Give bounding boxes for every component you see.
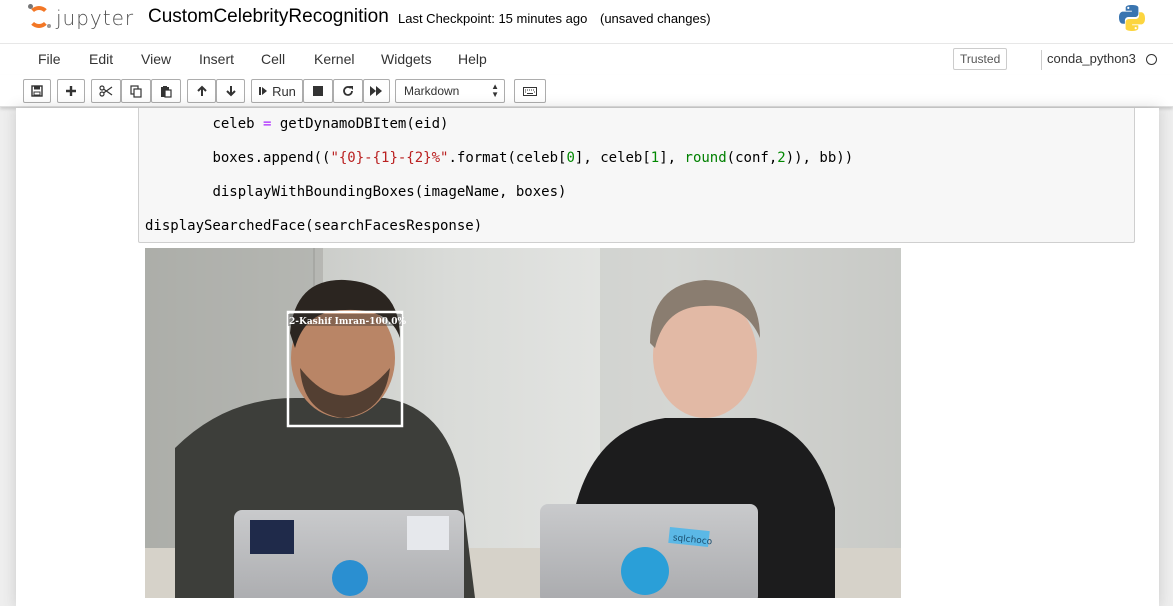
insert-cell-button[interactable] (57, 79, 85, 103)
code-line: boxes.append(("{0}-{1}-{2}%".format(cele… (145, 150, 853, 166)
code-token: 2 (777, 150, 786, 166)
code-token: celeb (212, 116, 264, 132)
cut-button[interactable] (91, 79, 121, 103)
code-token: displaySearchedFace(searchFacesResponse) (145, 218, 483, 234)
menu-widgets[interactable]: Widgets (381, 51, 432, 67)
face-bounding-box-label: 2-Kashif Imran-100.0% (289, 317, 406, 327)
notebook-name[interactable]: CustomCelebrityRecognition (148, 6, 389, 28)
code-line: celeb = getDynamoDBItem(eid) (145, 116, 448, 132)
code-token: ], (659, 150, 685, 166)
code-token: getDynamoDBItem(eid) (271, 116, 449, 132)
interrupt-button[interactable] (303, 79, 333, 103)
notebook-header: jupyter CustomCelebrityRecognition Last … (0, 0, 1173, 43)
code-token: displayWithBoundingBoxes(imageName, boxe… (212, 184, 567, 200)
cell-type-select[interactable]: Markdown ▲ ▼ (395, 79, 505, 103)
jupyter-logo-text: jupyter (56, 6, 135, 30)
code-token: (conf, (726, 150, 778, 166)
python-logo-icon (1119, 5, 1145, 31)
menubar: File Edit View Insert Cell Kernel Widget… (0, 43, 1173, 75)
menu-file[interactable]: File (38, 51, 61, 67)
move-up-button[interactable] (187, 79, 216, 103)
refresh-icon (343, 86, 353, 96)
menu-edit[interactable]: Edit (89, 51, 113, 67)
run-button[interactable]: Run (251, 79, 303, 103)
kernel-name[interactable]: conda_python3 (1047, 51, 1136, 66)
arrow-up-icon (196, 85, 207, 96)
kernel-idle-icon (1146, 54, 1157, 65)
restart-run-all-button[interactable] (363, 79, 390, 103)
code-token: boxes.append(( (212, 150, 331, 166)
code-line: displayWithBoundingBoxes(imageName, boxe… (145, 184, 566, 200)
code-token: 1 (650, 150, 660, 166)
code-line: displaySearchedFace(searchFacesResponse) (145, 218, 482, 234)
toolbar: Run Markdown ▲ ▼ (0, 75, 1173, 107)
checkpoint-status: Last Checkpoint: 15 minutes ago (398, 11, 588, 26)
restart-button[interactable] (333, 79, 363, 103)
paste-button[interactable] (151, 79, 181, 103)
output-image: sqlchoco 2-Kashif Imran-100.0% (145, 248, 901, 598)
select-arrows-icon: ▲ ▼ (491, 82, 499, 99)
arrow-down-icon (225, 86, 236, 97)
face-detection-image: sqlchoco 2-Kashif Imran-100.0% (145, 248, 901, 598)
trusted-indicator[interactable]: Trusted (953, 48, 1008, 70)
command-palette-button[interactable] (514, 79, 546, 103)
plus-icon (66, 86, 76, 96)
cell-type-value: Markdown (404, 84, 460, 98)
notebook-container: celeb = getDynamoDBItem(eid) boxes.appen… (16, 108, 1159, 606)
run-label: Run (272, 83, 296, 99)
save-button[interactable] (23, 79, 51, 103)
code-cell-input[interactable]: celeb = getDynamoDBItem(eid) boxes.appen… (138, 108, 1135, 243)
stop-icon (313, 86, 323, 96)
code-token: )), bb)) (785, 150, 854, 166)
step-forward-icon (259, 87, 268, 95)
code-token: 0 (566, 150, 575, 166)
fast-forward-icon (370, 86, 382, 96)
autosave-status: (unsaved changes) (600, 11, 711, 26)
save-icon (31, 85, 43, 97)
code-token: ], celeb[ (574, 150, 651, 166)
scissors-icon (99, 85, 113, 97)
code-token: round (684, 150, 727, 166)
copy-icon (130, 84, 142, 98)
menu-insert[interactable]: Insert (199, 51, 234, 67)
jupyter-logo[interactable]: jupyter (26, 4, 138, 32)
menu-cell[interactable]: Cell (261, 51, 285, 67)
code-token: .format(celeb[ (448, 150, 567, 166)
menu-help[interactable]: Help (458, 51, 487, 67)
copy-button[interactable] (121, 79, 151, 103)
menu-view[interactable]: View (141, 51, 171, 67)
menu-kernel[interactable]: Kernel (314, 51, 354, 67)
move-down-button[interactable] (216, 79, 245, 103)
code-token: "{0}-{1}-{2}%" (330, 150, 449, 166)
keyboard-icon (523, 86, 537, 96)
paste-icon (161, 85, 172, 98)
